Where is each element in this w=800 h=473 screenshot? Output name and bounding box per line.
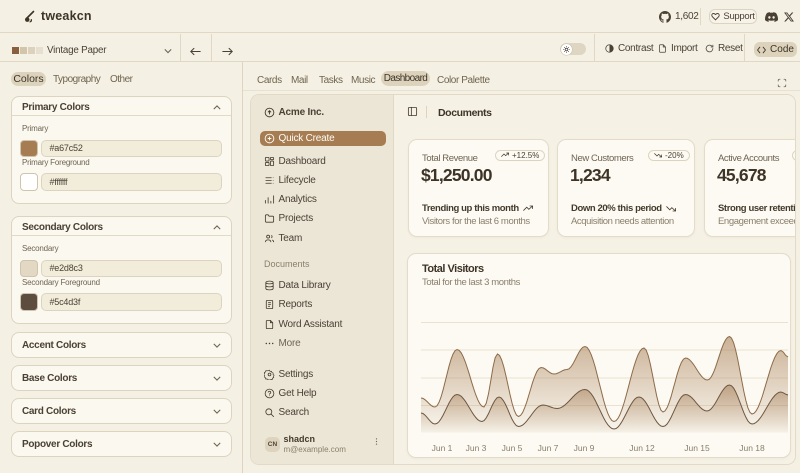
svg-text:Jun 5: Jun 5 (502, 443, 523, 453)
svg-text:Jun 18: Jun 18 (739, 443, 765, 453)
svg-text:Jun 1: Jun 1 (432, 443, 453, 453)
svg-text:Jun 7: Jun 7 (538, 443, 559, 453)
svg-text:Jun 9: Jun 9 (574, 443, 595, 453)
svg-text:Jun 12: Jun 12 (629, 443, 655, 453)
svg-text:Jun 3: Jun 3 (466, 443, 487, 453)
svg-text:Jun 15: Jun 15 (684, 443, 710, 453)
